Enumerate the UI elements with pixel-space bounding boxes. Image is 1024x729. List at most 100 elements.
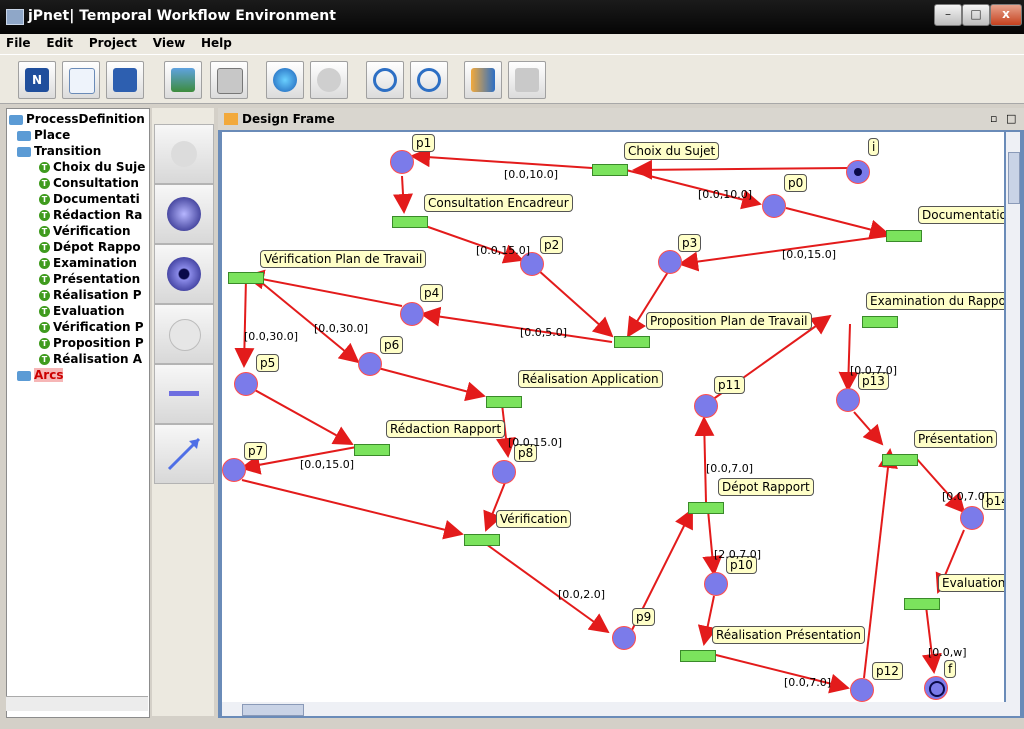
arc <box>915 457 966 514</box>
folder-icon <box>9 114 23 125</box>
net-place[interactable] <box>358 352 382 376</box>
net-place[interactable] <box>492 460 516 484</box>
net-place[interactable] <box>658 250 682 274</box>
net-place[interactable] <box>222 458 246 482</box>
zoom-out-button[interactable] <box>366 61 404 99</box>
tree-arcs[interactable]: Arcs <box>17 367 64 383</box>
net-place[interactable] <box>836 388 860 412</box>
interval-label: [0.0,w] <box>928 646 967 659</box>
interval-label: [0.0,2.0] <box>558 588 606 601</box>
maximize-icon[interactable]: □ <box>1006 112 1016 125</box>
tree-item[interactable]: T Documentati <box>39 191 140 207</box>
transition-bar[interactable] <box>886 230 922 242</box>
transition-label: Choix du Sujet <box>624 142 720 160</box>
transition-bar[interactable] <box>862 316 898 328</box>
transition-bar[interactable] <box>904 598 940 610</box>
transition-bar[interactable] <box>614 336 650 348</box>
save-button[interactable] <box>106 61 144 99</box>
net-place[interactable] <box>850 678 874 702</box>
tree-item[interactable]: T Dépot Rappo <box>39 239 141 255</box>
arc-tool-button[interactable] <box>154 424 214 484</box>
new-project-button[interactable]: N <box>18 61 56 99</box>
transition-bar[interactable] <box>592 164 628 176</box>
tree-horizontal-scrollbar[interactable] <box>6 696 148 711</box>
step-button[interactable] <box>310 61 348 99</box>
transition-icon: T <box>39 258 50 269</box>
settings-button[interactable] <box>464 61 502 99</box>
zoom-in-button[interactable] <box>410 61 448 99</box>
close-button[interactable]: x <box>990 4 1022 26</box>
transition-bar[interactable] <box>392 216 428 228</box>
empty-place-tool-icon <box>169 319 201 351</box>
transition-bar[interactable] <box>228 272 264 284</box>
canvas-horizontal-scrollbar[interactable] <box>222 702 1020 716</box>
transition-tool-button[interactable] <box>154 364 214 424</box>
scroll-thumb[interactable] <box>1008 152 1020 204</box>
net-place[interactable] <box>924 676 948 700</box>
transition-bar[interactable] <box>882 454 918 466</box>
menu-edit[interactable]: Edit <box>40 34 79 50</box>
place-label: p5 <box>256 354 280 372</box>
tree-item[interactable]: T Evaluation <box>39 303 125 319</box>
interval-label: [0.0,10.0] <box>504 168 559 181</box>
arc <box>702 509 723 576</box>
open-button[interactable] <box>62 61 100 99</box>
zoom-in-icon <box>417 68 441 92</box>
restore-icon[interactable]: ▫ <box>990 112 997 125</box>
net-place[interactable] <box>704 572 728 596</box>
interval-label: [0.0,7.0] <box>942 490 990 503</box>
maximize-button[interactable]: □ <box>962 4 990 26</box>
tree-transition[interactable]: Transition <box>17 143 101 159</box>
transition-bar[interactable] <box>688 502 724 514</box>
token-tool-button[interactable] <box>154 244 214 304</box>
scroll-thumb[interactable] <box>242 704 304 716</box>
tree-item[interactable]: T Examination <box>39 255 137 271</box>
menu-bar: File Edit Project View Help <box>0 34 1024 54</box>
net-place[interactable] <box>390 150 414 174</box>
app-icon <box>6 9 24 25</box>
transition-bar[interactable] <box>354 444 390 456</box>
design-frame: Design Frame ▫ □ i p0 p1 p2 p3 p4 p5 p6 … <box>218 108 1024 718</box>
arc <box>632 159 849 180</box>
net-place[interactable] <box>694 394 718 418</box>
menu-project[interactable]: Project <box>83 34 143 50</box>
net-place[interactable] <box>960 506 984 530</box>
tree-item[interactable]: T Proposition P <box>39 335 144 351</box>
tree-root[interactable]: ProcessDefinition <box>9 111 145 127</box>
tree-item[interactable]: T Vérification P <box>39 319 144 335</box>
grid-button[interactable] <box>508 61 546 99</box>
minimize-button[interactable]: – <box>934 4 962 26</box>
tree-place[interactable]: Place <box>17 127 70 143</box>
print-button[interactable] <box>210 61 248 99</box>
net-place[interactable] <box>762 194 786 218</box>
net-place[interactable] <box>234 372 258 396</box>
tree-item[interactable]: T Vérification <box>39 223 131 239</box>
transition-bar[interactable] <box>680 650 716 662</box>
tree-item[interactable]: T Présentation <box>39 271 140 287</box>
tree-item[interactable]: T Consultation <box>39 175 139 191</box>
tree-item[interactable]: T Réalisation P <box>39 287 142 303</box>
net-place[interactable] <box>400 302 424 326</box>
transition-label: Vérification <box>496 510 572 528</box>
run-button[interactable] <box>266 61 304 99</box>
petri-net-canvas[interactable]: i p0 p1 p2 p3 p4 p5 p6 p7 p8 p9 p10 p11 … <box>222 132 1004 702</box>
transition-label: Rédaction Rapport <box>386 420 506 438</box>
transition-bar[interactable] <box>486 396 522 408</box>
empty-place-tool-button[interactable] <box>154 304 214 364</box>
net-place[interactable] <box>612 626 636 650</box>
place-tool-button[interactable] <box>154 124 214 184</box>
transition-label: Dépot Rapport <box>718 478 814 496</box>
image-button[interactable] <box>164 61 202 99</box>
tree-item[interactable]: T Réalisation A <box>39 351 142 367</box>
menu-file[interactable]: File <box>0 34 37 50</box>
place-label: p4 <box>420 284 444 302</box>
menu-help[interactable]: Help <box>195 34 238 50</box>
project-tree[interactable]: ProcessDefinition Place Transition T Choi… <box>6 108 150 718</box>
marked-place-tool-button[interactable] <box>154 184 214 244</box>
tree-item[interactable]: T Rédaction Ra <box>39 207 142 223</box>
canvas-vertical-scrollbar[interactable] <box>1006 132 1020 702</box>
net-place[interactable] <box>846 160 870 184</box>
transition-bar[interactable] <box>464 534 500 546</box>
menu-view[interactable]: View <box>147 34 191 50</box>
tree-item[interactable]: T Choix du Suje <box>39 159 145 175</box>
